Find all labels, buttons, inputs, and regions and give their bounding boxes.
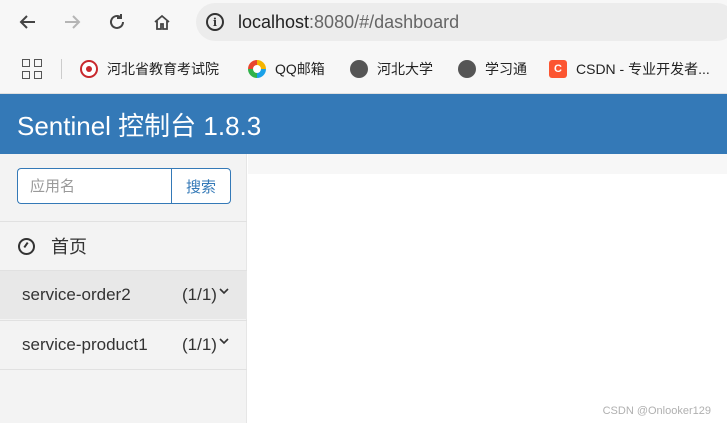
service-name: service-order2 xyxy=(22,285,131,304)
browser-toolbar: i localhost:8080/#/dashboard xyxy=(0,0,727,44)
watermark: CSDN @Onlooker129 xyxy=(602,405,711,417)
globe-icon xyxy=(350,60,368,78)
service-instance-count: (1/1) xyxy=(182,335,217,354)
back-arrow-icon[interactable] xyxy=(12,6,44,38)
sidebar-item-service[interactable]: service-order2 (1/1) xyxy=(0,271,247,319)
bookmarks-bar: 河北省教育考试院 QQ邮箱 河北大学 学习通 C CSDN - 专业开发者... xyxy=(0,44,727,94)
app-title[interactable]: Sentinel 控制台 1.8.3 xyxy=(17,106,261,143)
sidebar-item-service[interactable]: service-product1 (1/1) xyxy=(0,321,247,369)
divider xyxy=(0,369,247,370)
app-header: Sentinel 控制台 1.8.3 xyxy=(0,94,727,154)
chevron-down-icon xyxy=(219,333,229,348)
bookmark-item[interactable]: 河北省教育考试院 xyxy=(80,58,219,80)
app-search: 搜索 xyxy=(17,168,231,204)
dashboard-gauge-icon xyxy=(18,237,35,255)
url-text[interactable]: localhost:8080/#/dashboard xyxy=(238,12,459,33)
bookmark-item[interactable]: 学习通 xyxy=(458,58,527,80)
sidebar-item-home[interactable]: 首页 xyxy=(0,222,247,270)
home-icon[interactable] xyxy=(146,6,178,38)
apps-grid-icon[interactable] xyxy=(22,59,42,79)
globe-icon xyxy=(458,60,476,78)
service-instance-count: (1/1) xyxy=(182,285,217,304)
seal-icon xyxy=(80,60,98,78)
forward-arrow-icon[interactable] xyxy=(56,6,88,38)
address-bar[interactable]: i localhost:8080/#/dashboard xyxy=(196,3,727,41)
chevron-down-icon xyxy=(219,283,229,298)
bookmark-item[interactable]: C CSDN - 专业开发者... xyxy=(549,58,710,80)
bookmarks-divider xyxy=(61,59,62,79)
reload-icon[interactable] xyxy=(101,6,133,38)
site-info-icon[interactable]: i xyxy=(206,13,224,31)
app-name-search-input[interactable] xyxy=(17,168,171,204)
csdn-icon: C xyxy=(549,60,567,78)
service-name: service-product1 xyxy=(22,335,148,354)
bookmark-item[interactable]: 河北大学 xyxy=(350,58,433,80)
search-button[interactable]: 搜索 xyxy=(171,168,231,204)
sidebar: 搜索 首页 service-order2 (1/1) service-produ… xyxy=(0,154,247,423)
qq-mail-icon xyxy=(248,60,266,78)
bookmark-item[interactable]: QQ邮箱 xyxy=(248,58,325,80)
content-top-strip xyxy=(248,154,727,174)
